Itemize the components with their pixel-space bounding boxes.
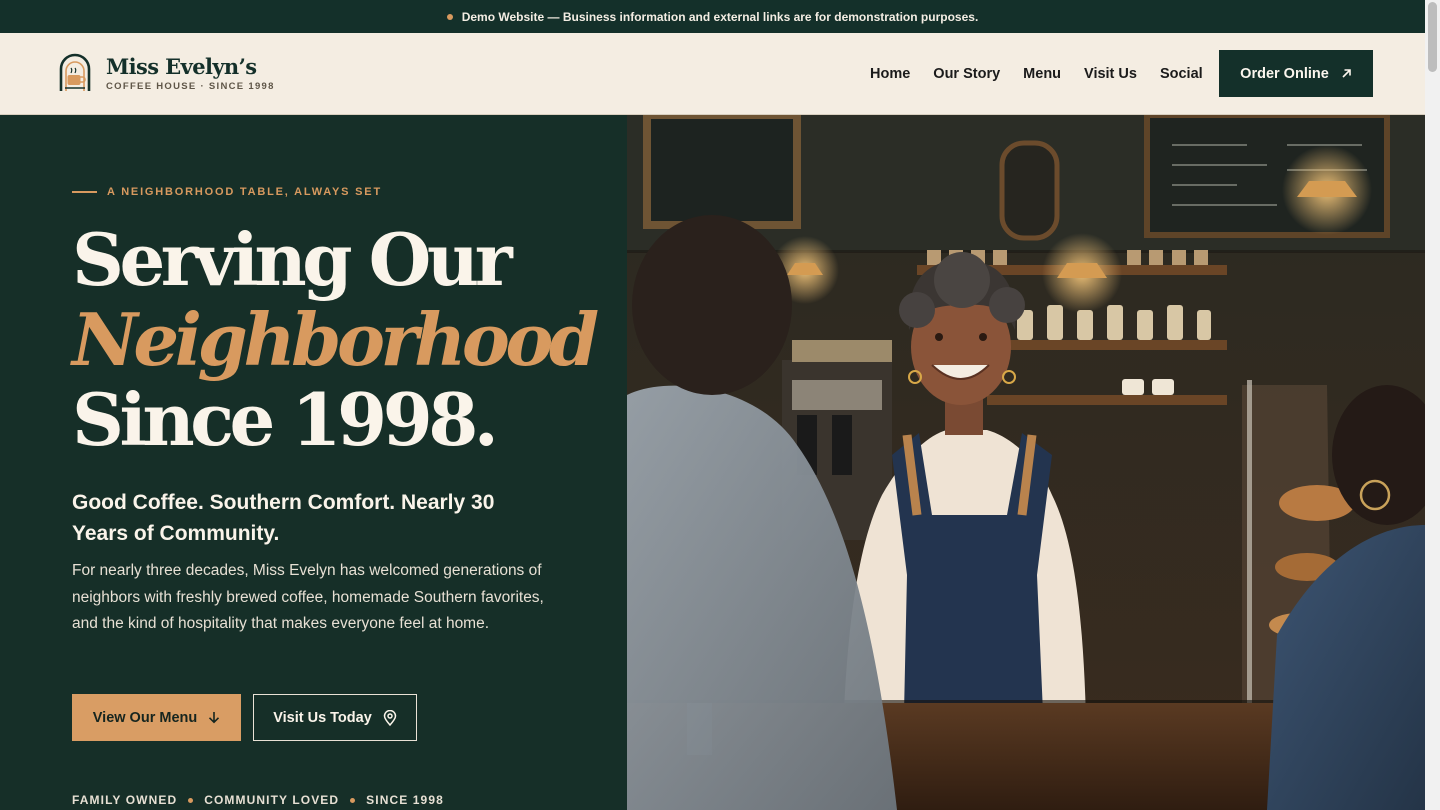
announcement-text: Demo Website — Business information and … — [461, 9, 979, 24]
badge-since-1998: SINCE 1998 — [366, 793, 444, 807]
visit-us-button[interactable]: Visit Us Today — [253, 694, 417, 741]
map-pin-icon — [383, 709, 397, 726]
visit-us-label: Visit Us Today — [273, 709, 372, 726]
arrow-up-right-icon — [1342, 69, 1351, 78]
badge-family-owned: FAMILY OWNED — [72, 793, 178, 807]
arrow-down-icon — [209, 712, 220, 724]
coffee-cup-logo-icon — [59, 53, 91, 91]
hero-eyebrow: A NEIGHBORHOOD TABLE, ALWAYS SET — [72, 186, 382, 198]
headline-line-1: Serving Our — [72, 217, 513, 302]
hero-photo — [627, 115, 1425, 810]
nav-item-social[interactable]: Social — [1160, 66, 1203, 82]
badge-separator-dot — [350, 797, 356, 803]
headline-line-3: Since 1998. — [72, 377, 499, 462]
view-menu-button[interactable]: View Our Menu — [72, 694, 241, 741]
view-menu-label: View Our Menu — [92, 709, 198, 726]
nav-item-visit-us[interactable]: Visit Us — [1084, 66, 1137, 82]
brand-logo[interactable]: Miss Evelyn’s COFFEE HOUSE · SINCE 1998 — [58, 53, 275, 93]
hero-body: For nearly three decades, Miss Evelyn ha… — [72, 562, 544, 632]
hero-subhead: Good Coffee. Southern Comfort. Nearly 30… — [72, 491, 495, 545]
eyebrow-rule — [72, 191, 97, 193]
coffee-shop-scene-image — [627, 115, 1425, 810]
order-online-button[interactable]: Order Online — [1219, 50, 1373, 97]
scrollbar-thumb[interactable] — [1428, 2, 1437, 72]
nav-item-menu[interactable]: Menu — [1023, 66, 1061, 82]
nav-item-home[interactable]: Home — [870, 66, 910, 82]
site-header: Miss Evelyn’s COFFEE HOUSE · SINCE 1998 … — [0, 33, 1425, 115]
order-online-label: Order Online — [1240, 65, 1329, 82]
headline-line-2: Neighborhood — [72, 297, 599, 382]
hero-headline: Serving Our Neighborhood Since 1998. — [72, 217, 599, 462]
badge-separator-dot — [188, 797, 194, 803]
hero-content: A NEIGHBORHOOD TABLE, ALWAYS SET Serving… — [0, 115, 627, 810]
brand-tagline: COFFEE HOUSE · SINCE 1998 — [106, 80, 275, 92]
hero-eyebrow-text: A NEIGHBORHOOD TABLE, ALWAYS SET — [107, 186, 382, 198]
page-scrollbar[interactable] — [1425, 0, 1440, 810]
announcement-dot-icon — [446, 13, 453, 20]
brand-name: Miss Evelyn’s — [106, 53, 257, 79]
main-nav: Home Our Story Menu Visit Us Social — [870, 33, 1226, 115]
nav-item-our-story[interactable]: Our Story — [933, 66, 1000, 82]
announcement-bar: Demo Website — Business information and … — [0, 0, 1425, 33]
badge-community-loved: COMMUNITY LOVED — [204, 793, 340, 807]
hero-badges: FAMILY OWNED COMMUNITY LOVED SINCE 1998 — [72, 793, 444, 807]
